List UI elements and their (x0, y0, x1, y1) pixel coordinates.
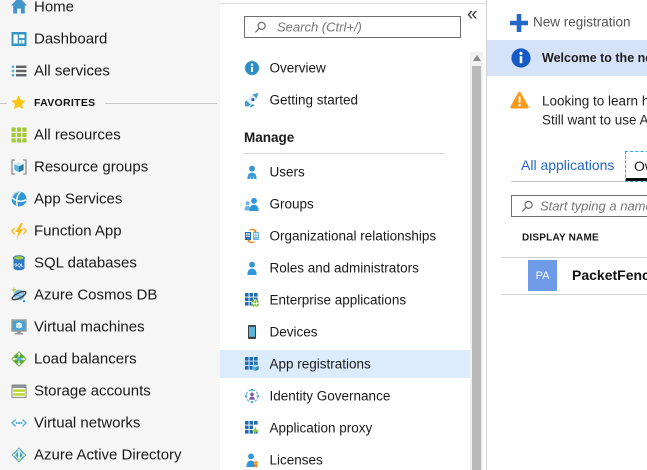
svg-text:SQL: SQL (14, 262, 24, 267)
